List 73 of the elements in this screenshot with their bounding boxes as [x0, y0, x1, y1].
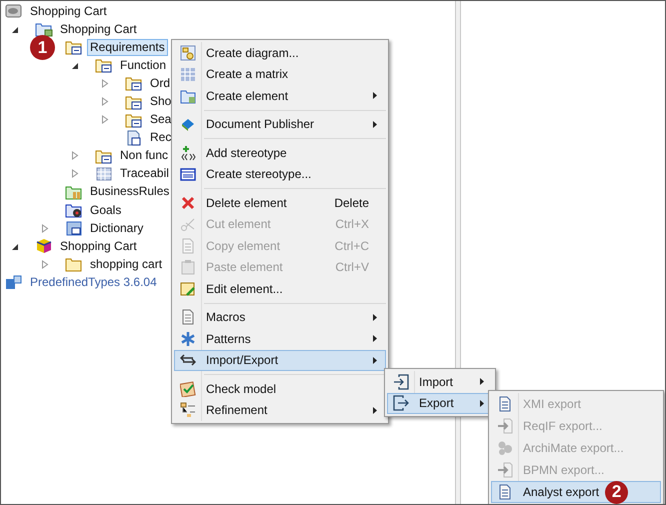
menu-item[interactable]: Create element [174, 85, 386, 106]
tree-item[interactable]: Rec [147, 129, 174, 146]
document-icon [497, 396, 513, 412]
package-icon [95, 57, 113, 74]
paste-icon [180, 259, 196, 276]
table-icon [95, 166, 113, 182]
menu-item[interactable]: Delete element Delete [174, 192, 386, 214]
menu-item[interactable]: Refinement [174, 400, 386, 421]
tree-item[interactable]: BusinessRules [87, 183, 172, 200]
cube-icon [5, 274, 23, 290]
swap-arrows-icon [180, 352, 196, 368]
tree-icon [180, 402, 196, 418]
export-icon [393, 395, 409, 412]
menu-item[interactable]: Document Publisher [174, 114, 386, 135]
delete-icon [180, 194, 196, 211]
import-icon [393, 374, 409, 390]
menu-item[interactable]: Import [387, 371, 493, 392]
tree-item[interactable]: Shopping Cart [57, 238, 140, 255]
tree-item[interactable]: Dictionary [87, 220, 146, 237]
circles-icon [497, 440, 513, 456]
window-icon [180, 166, 196, 182]
arrow-icon [497, 418, 513, 434]
expander-icon[interactable] [71, 60, 79, 70]
tree-item[interactable]: PredefinedTypes 3.6.04 [27, 274, 160, 291]
folder-table-icon [35, 21, 53, 38]
expander-icon[interactable] [11, 242, 19, 251]
step-badge: 2 [605, 480, 628, 504]
tree-item[interactable]: Goals [87, 202, 124, 219]
tree-item[interactable]: Traceabil [117, 165, 172, 182]
menu-item[interactable]: Create a matrix [174, 64, 386, 85]
plus-icon [180, 144, 196, 161]
menu-item[interactable]: Create diagram... [174, 42, 386, 64]
table-icon [180, 66, 196, 82]
package-icon [125, 112, 143, 128]
folder-icon [65, 184, 83, 200]
snowflake-icon [180, 330, 196, 347]
document-icon [180, 309, 196, 326]
checklist-icon [180, 380, 196, 397]
menu-item[interactable]: Macros [174, 306, 386, 328]
tree-item[interactable]: Ord [147, 74, 174, 92]
folder-table-icon [180, 88, 196, 104]
tree-item[interactable]: Function [117, 56, 170, 74]
diagram-icon [180, 44, 196, 61]
scissors-icon [180, 216, 196, 232]
menu-item[interactable]: Add stereotype [174, 142, 386, 164]
target-icon [65, 202, 83, 218]
database-icon [5, 3, 23, 20]
package-icon [125, 94, 143, 110]
tree-item[interactable]: Non func [117, 147, 172, 164]
copy-icon [180, 238, 196, 254]
menu-item[interactable]: Import/Export [174, 350, 386, 371]
menu-item[interactable]: Check model [174, 378, 386, 400]
menu-item[interactable]: Patterns [174, 328, 386, 350]
document-icon [497, 484, 513, 500]
menu-item[interactable]: Create stereotype... [174, 164, 386, 185]
tree-item[interactable]: Sho [147, 93, 174, 110]
package-icon [65, 39, 83, 56]
expander-icon[interactable] [11, 24, 19, 34]
tree-item[interactable]: Shopping Cart [57, 20, 140, 38]
folder-icon [65, 256, 83, 272]
tree-item[interactable]: Shopping Cart [27, 2, 110, 20]
step-badge: 1 [30, 35, 55, 60]
arrow-icon [497, 462, 513, 478]
menu-item[interactable]: Edit element... [174, 278, 386, 300]
document-icon [125, 130, 143, 146]
tree-item[interactable]: shopping cart [87, 256, 166, 273]
cube-icon [35, 238, 53, 254]
pencil-icon [180, 280, 196, 297]
tree-item[interactable]: Requirements [87, 38, 168, 56]
menu-item[interactable]: Analyst export 2 [491, 481, 661, 503]
package-icon [95, 148, 113, 164]
tree-item[interactable]: Sea [147, 111, 174, 128]
package-icon [125, 75, 143, 92]
